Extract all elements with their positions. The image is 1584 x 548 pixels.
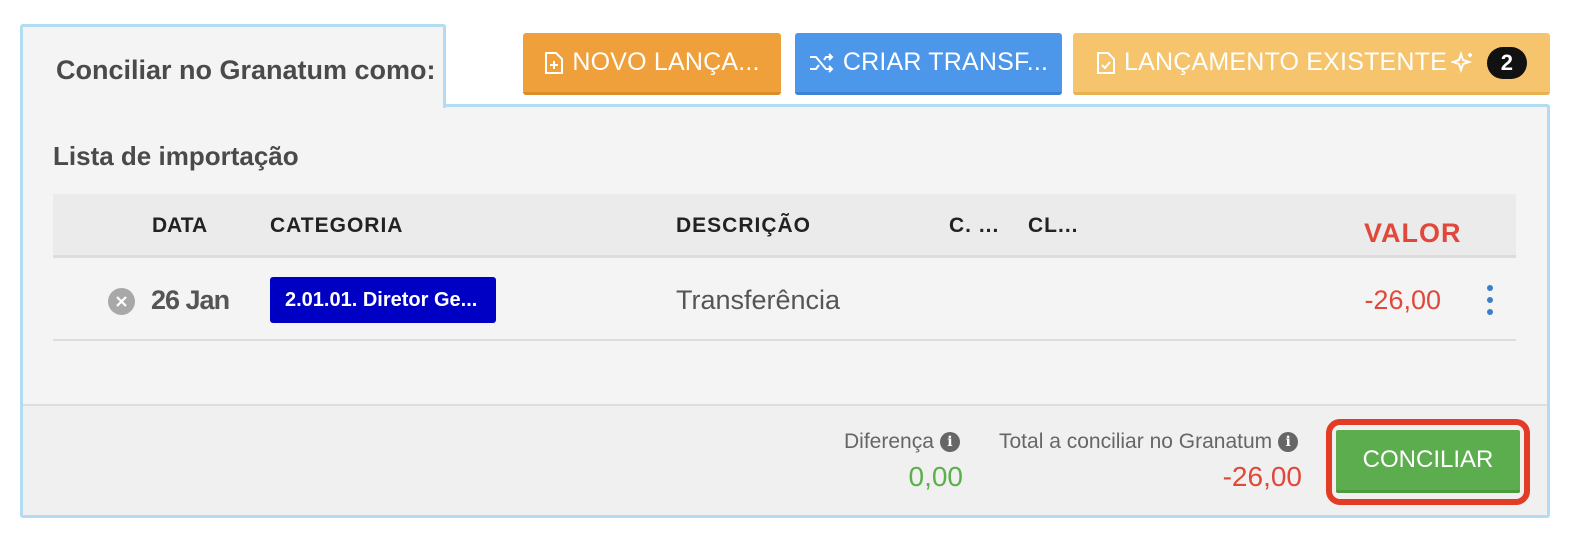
lancamento-existente-button[interactable]: LANÇAMENTO EXISTENTE 2: [1073, 33, 1550, 95]
column-header-cl[interactable]: CL...: [1028, 214, 1079, 238]
conciliar-button[interactable]: CONCILIAR: [1336, 430, 1520, 493]
criar-transferencia-label: CRIAR TRANSF...: [842, 48, 1049, 76]
novo-lancamento-button[interactable]: NOVO LANÇA...: [523, 33, 781, 95]
suggestion-count-badge: 2: [1487, 46, 1528, 79]
novo-lancamento-label: NOVO LANÇA...: [572, 48, 760, 76]
section-title: Lista de importação: [53, 141, 299, 171]
table-header: DATA CATEGORIA DESCRIÇÃO C. ... CL... VA…: [53, 194, 1516, 258]
info-icon[interactable]: i: [1278, 432, 1299, 452]
row-date: 26 Jan: [151, 285, 230, 315]
tab-title: Conciliar no Granatum como:: [56, 55, 436, 85]
remove-row-icon[interactable]: [108, 288, 135, 315]
row-category-chip[interactable]: 2.01.01. Diretor Ge...: [270, 277, 496, 323]
column-header-valor[interactable]: VALOR: [1364, 218, 1461, 249]
column-header-categoria[interactable]: CATEGORIA: [270, 214, 403, 238]
info-icon[interactable]: i: [939, 432, 960, 452]
diferenca-value: 0,00: [908, 461, 964, 492]
column-header-descricao[interactable]: DESCRIÇÃO: [676, 214, 811, 238]
footer-summary: Diferença i 0,00 Total a conciliar no Gr…: [23, 404, 1547, 515]
diferenca-label-text: Diferença: [844, 430, 934, 453]
lancamento-existente-label: LANÇAMENTO EXISTENTE: [1123, 48, 1448, 76]
total-value: -26,00: [1222, 461, 1302, 492]
total-label: Total a conciliar no Granatum i: [999, 430, 1299, 454]
table-row: 26 Jan 2.01.01. Diretor Ge... Transferên…: [53, 261, 1516, 341]
total-label-text: Total a conciliar no Granatum: [999, 430, 1273, 453]
diferenca-label: Diferença i: [844, 430, 960, 454]
row-value: -26,00: [1364, 285, 1441, 315]
reconcile-tab[interactable]: Conciliar no Granatum como:: [20, 24, 446, 108]
sparkle-icon: [1451, 50, 1475, 75]
file-check-icon: [1096, 51, 1116, 75]
row-description: Transferência: [676, 285, 841, 315]
shuffle-icon: [809, 52, 835, 74]
row-menu-icon[interactable]: [1483, 285, 1497, 315]
file-plus-icon: [544, 51, 564, 75]
criar-transferencia-button[interactable]: CRIAR TRANSF...: [795, 33, 1062, 95]
column-header-data[interactable]: DATA: [152, 214, 207, 238]
column-header-c[interactable]: C. ...: [949, 214, 999, 238]
